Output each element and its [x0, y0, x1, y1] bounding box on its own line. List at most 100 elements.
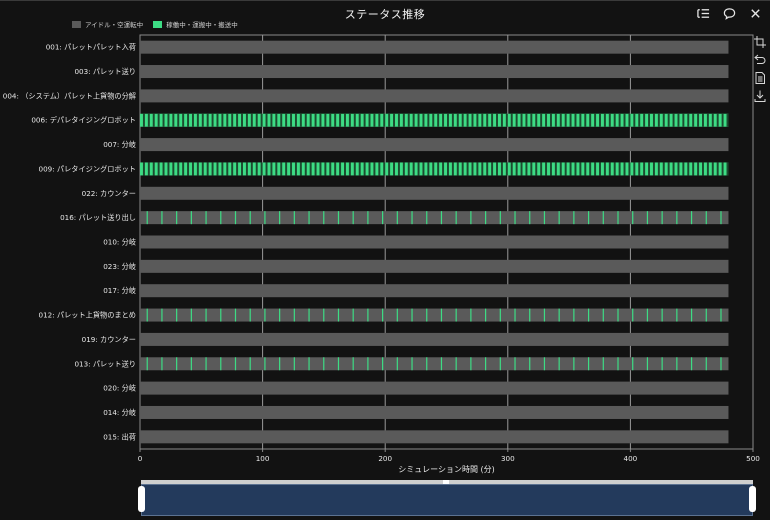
- status-bar-idle[interactable]: [140, 89, 729, 103]
- idle-segment: [711, 113, 714, 127]
- idle-segment: [569, 113, 572, 127]
- active-segment: [587, 308, 590, 322]
- zoom-handle-left[interactable]: [138, 486, 145, 512]
- idle-segment: [216, 113, 219, 127]
- active-segment: [470, 308, 472, 322]
- status-bar-idle[interactable]: [140, 430, 729, 444]
- idle-segment: [687, 162, 690, 176]
- active-segment: [426, 308, 428, 322]
- active-segment: [529, 308, 531, 322]
- status-bar-idle[interactable]: [140, 332, 729, 346]
- idle-segment: [162, 113, 165, 127]
- status-bar-idle[interactable]: [140, 405, 729, 419]
- idle-segment: [535, 113, 538, 127]
- x-tick-label: 500: [746, 454, 760, 463]
- active-segment: [411, 308, 413, 322]
- status-bar-idle[interactable]: [140, 259, 729, 273]
- idle-segment: [388, 113, 391, 127]
- active-segment: [293, 308, 295, 322]
- idle-segment: [191, 113, 194, 127]
- idle-segment: [187, 113, 190, 127]
- idle-segment: [353, 162, 356, 176]
- idle-segment: [486, 162, 489, 176]
- active-segment: [690, 357, 693, 371]
- idle-segment: [569, 162, 572, 176]
- zoom-slider-track[interactable]: [141, 484, 753, 516]
- category-label: 022: カウンター: [82, 189, 136, 198]
- category-label: 001: パレットパレット入荷: [46, 43, 136, 52]
- active-segment: [176, 357, 178, 371]
- idle-segment: [299, 162, 302, 176]
- idle-segment: [442, 113, 445, 127]
- idle-segment: [373, 162, 376, 176]
- idle-segment: [314, 113, 317, 127]
- x-tick-label: 300: [501, 454, 515, 463]
- active-segment: [646, 357, 649, 371]
- idle-segment: [285, 162, 288, 176]
- status-bar-idle[interactable]: [140, 284, 729, 298]
- idle-segment: [648, 162, 651, 176]
- active-segment: [279, 357, 281, 371]
- idle-segment: [505, 113, 508, 127]
- active-segment: [514, 357, 516, 371]
- idle-segment: [476, 113, 479, 127]
- idle-segment: [628, 162, 631, 176]
- idle-segment: [147, 113, 150, 127]
- active-segment: [558, 357, 560, 371]
- idle-segment: [280, 113, 283, 127]
- active-segment: [396, 308, 398, 322]
- status-bar-idle[interactable]: [140, 235, 729, 249]
- idle-segment: [226, 113, 229, 127]
- zoom-handle-right[interactable]: [749, 486, 756, 512]
- status-bar-idle[interactable]: [140, 40, 729, 54]
- active-segment: [573, 308, 575, 322]
- status-bar-idle[interactable]: [140, 186, 729, 200]
- idle-segment: [393, 162, 396, 176]
- idle-segment: [182, 162, 185, 176]
- idle-segment: [618, 113, 621, 127]
- idle-segment: [344, 162, 346, 176]
- idle-segment: [535, 162, 538, 176]
- idle-segment: [226, 162, 229, 176]
- idle-segment: [339, 162, 342, 176]
- active-segment: [205, 211, 207, 225]
- active-segment: [499, 308, 501, 322]
- idle-segment: [706, 162, 709, 176]
- active-segment: [470, 357, 472, 371]
- status-bar-idle[interactable]: [140, 381, 729, 395]
- active-segment: [602, 308, 604, 322]
- category-label: 016: パレット送り出し: [60, 213, 136, 222]
- idle-segment: [206, 113, 209, 127]
- idle-segment: [687, 113, 690, 127]
- status-bar-active[interactable]: [140, 211, 729, 225]
- idle-segment: [643, 113, 646, 127]
- idle-segment: [471, 162, 474, 176]
- idle-segment: [579, 113, 582, 127]
- idle-segment: [363, 162, 366, 176]
- idle-segment: [255, 162, 258, 176]
- idle-segment: [500, 113, 503, 127]
- idle-segment: [231, 162, 234, 176]
- status-bar-active[interactable]: [140, 357, 729, 371]
- status-bar-idle[interactable]: [140, 138, 729, 152]
- idle-segment: [172, 162, 175, 176]
- category-label: 014: 分岐: [103, 408, 136, 417]
- category-label: 023: 分岐: [103, 262, 136, 271]
- active-segment: [146, 357, 148, 371]
- active-segment: [499, 211, 501, 225]
- status-bar-active[interactable]: [140, 308, 729, 322]
- active-segment: [293, 211, 295, 225]
- status-bar-idle[interactable]: [140, 65, 729, 79]
- active-segment: [146, 308, 148, 322]
- category-label: 017: 分岐: [103, 286, 136, 295]
- idle-segment: [245, 162, 248, 176]
- active-segment: [558, 308, 560, 322]
- active-segment: [440, 357, 443, 371]
- idle-segment: [236, 162, 239, 176]
- active-segment: [411, 211, 413, 225]
- active-segment: [411, 357, 413, 371]
- zoom-slider[interactable]: [138, 480, 756, 516]
- idle-segment: [589, 162, 592, 176]
- idle-segment: [692, 113, 695, 127]
- idle-segment: [466, 113, 469, 127]
